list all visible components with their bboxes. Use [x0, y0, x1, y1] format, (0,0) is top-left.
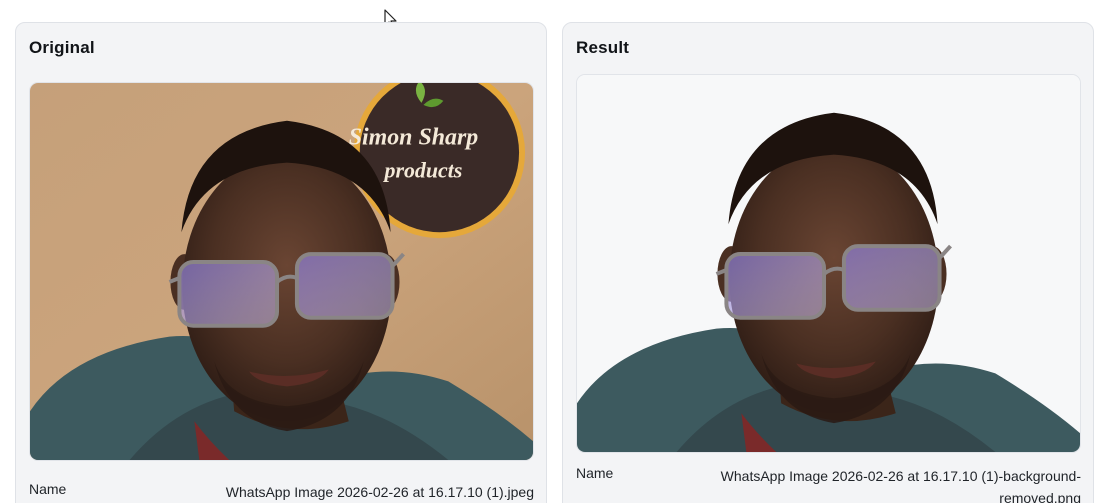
- original-image: Simon Sharp products: [29, 82, 534, 461]
- background-remover-page: Original Simon Sharp products Name Whats…: [0, 0, 1113, 503]
- result-name-label: Name: [576, 465, 614, 481]
- result-panel: Result Name WhatsApp Image 2026-02-26 at…: [562, 22, 1094, 503]
- original-name-label: Name: [29, 481, 67, 497]
- original-panel: Original Simon Sharp products Name Whats…: [15, 22, 547, 503]
- sign-text-line1: Simon Sharp: [349, 125, 479, 151]
- result-name-value: WhatsApp Image 2026-02-26 at 16.17.10 (1…: [720, 468, 1081, 503]
- result-title: Result: [576, 38, 630, 57]
- original-title: Original: [29, 38, 95, 57]
- sign-text-line2: products: [383, 158, 463, 183]
- original-name-value: WhatsApp Image 2026-02-26 at 16.17.10 (1…: [225, 484, 534, 500]
- result-image: [576, 74, 1081, 453]
